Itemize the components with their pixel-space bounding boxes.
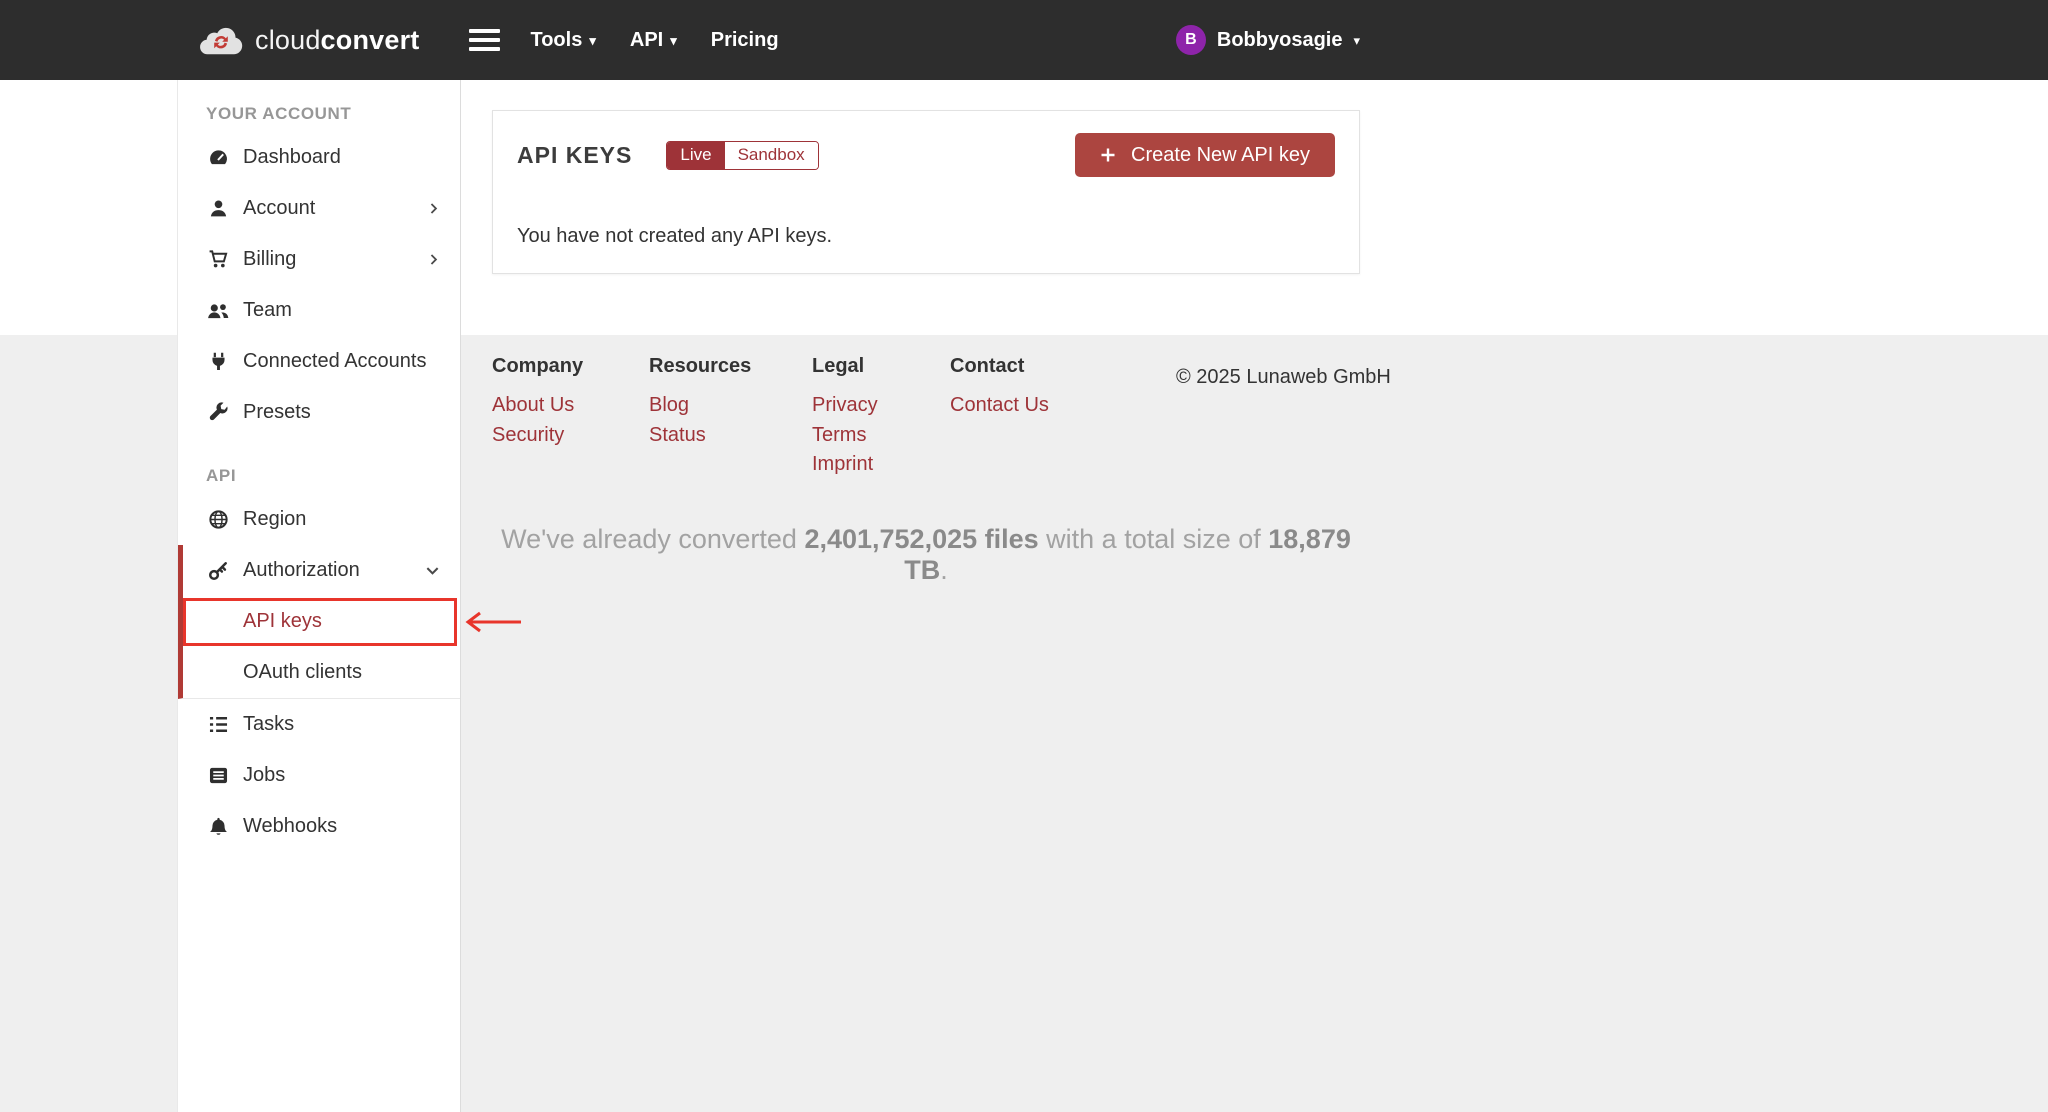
chevron-down-icon: ▾ bbox=[589, 34, 596, 47]
create-new-api-key-button[interactable]: Create New API key bbox=[1075, 133, 1335, 177]
sidebar: YOUR ACCOUNT Dashboard Account Billing T… bbox=[177, 80, 461, 1112]
create-button-label: Create New API key bbox=[1131, 144, 1310, 167]
sidebar-item-dashboard[interactable]: Dashboard bbox=[178, 132, 460, 183]
users-icon bbox=[206, 299, 230, 323]
sidebar-item-api-keys[interactable]: API keys bbox=[183, 596, 460, 647]
sidebar-item-label: Presets bbox=[243, 401, 311, 424]
sidebar-item-region[interactable]: Region bbox=[178, 494, 460, 545]
navbar-inner: cloudconvert Tools ▾ API ▾ Pricing bbox=[177, 0, 1360, 80]
nav-item-pricing-label: Pricing bbox=[711, 29, 779, 52]
footer-column-company: Company About Us Security bbox=[492, 355, 649, 480]
chevron-down-icon bbox=[425, 563, 440, 578]
footer-link-contact-us[interactable]: Contact Us bbox=[950, 391, 1049, 421]
conversion-stats-line: We've already converted 2,401,752,025 fi… bbox=[492, 524, 1360, 586]
plus-icon bbox=[1100, 147, 1116, 163]
main-nav: Tools ▾ API ▾ Pricing bbox=[530, 29, 778, 52]
footer-link-blog[interactable]: Blog bbox=[649, 391, 689, 421]
sidebar-item-account[interactable]: Account bbox=[178, 183, 460, 234]
sidebar-item-authorization[interactable]: Authorization bbox=[183, 545, 460, 596]
nav-item-tools[interactable]: Tools ▾ bbox=[530, 29, 595, 52]
stats-files-count: 2,401,752,025 files bbox=[804, 524, 1038, 554]
sidebar-item-label: Dashboard bbox=[243, 146, 341, 169]
sidebar-item-label: Authorization bbox=[243, 559, 360, 582]
sidebar-authorization-group: Authorization API keys OAuth clients bbox=[178, 545, 460, 699]
sidebar-item-oauth-clients[interactable]: OAuth clients bbox=[183, 647, 460, 698]
footer-link-terms[interactable]: Terms bbox=[812, 421, 866, 451]
bell-icon bbox=[206, 815, 230, 839]
copyright-notice: © 2025 Lunaweb GmbH bbox=[1176, 366, 1391, 389]
stats-prefix: We've already converted bbox=[501, 524, 804, 554]
footer-column-contact: Contact Contact Us bbox=[950, 355, 1130, 480]
chevron-right-icon bbox=[427, 253, 440, 266]
sidebar-item-team[interactable]: Team bbox=[178, 285, 460, 336]
toggle-live[interactable]: Live bbox=[667, 142, 724, 169]
sidebar-item-billing[interactable]: Billing bbox=[178, 234, 460, 285]
sidebar-item-label: Webhooks bbox=[243, 815, 337, 838]
footer-heading: Contact bbox=[950, 355, 1024, 378]
chevron-right-icon bbox=[427, 202, 440, 215]
user-menu[interactable]: B Bobbyosagie ▾ bbox=[1176, 25, 1360, 55]
sidebar-item-webhooks[interactable]: Webhooks bbox=[178, 801, 460, 852]
cloudconvert-app: cloudconvert Tools ▾ API ▾ Pricing bbox=[0, 0, 2048, 1112]
sidebar-item-tasks[interactable]: Tasks bbox=[178, 699, 460, 750]
nav-item-pricing[interactable]: Pricing bbox=[711, 29, 779, 52]
key-icon bbox=[206, 559, 230, 583]
footer-link-privacy[interactable]: Privacy bbox=[812, 391, 878, 421]
footer-column-legal: Legal Privacy Terms Imprint bbox=[812, 355, 950, 480]
sidebar-item-label: OAuth clients bbox=[243, 661, 362, 684]
table-icon bbox=[206, 764, 230, 788]
top-navbar: cloudconvert Tools ▾ API ▾ Pricing bbox=[0, 0, 2048, 80]
chevron-down-icon: ▾ bbox=[670, 34, 677, 47]
api-keys-card-header: API KEYS Live Sandbox Create New API key bbox=[517, 133, 1335, 177]
footer-heading: Company bbox=[492, 355, 583, 378]
user-icon bbox=[206, 197, 230, 221]
footer-heading: Resources bbox=[649, 355, 751, 378]
page-title: API KEYS bbox=[517, 142, 632, 169]
cloudconvert-logo-icon bbox=[198, 24, 244, 56]
sidebar-item-label: API keys bbox=[243, 610, 322, 633]
cart-icon bbox=[206, 248, 230, 272]
sidebar-item-label: Jobs bbox=[243, 764, 285, 787]
task-list-icon bbox=[206, 713, 230, 737]
sidebar-item-connected-accounts[interactable]: Connected Accounts bbox=[178, 336, 460, 387]
footer-heading: Legal bbox=[812, 355, 864, 378]
annotation-arrow-icon bbox=[461, 608, 523, 636]
footer-column-resources: Resources Blog Status bbox=[649, 355, 812, 480]
footer-link-security[interactable]: Security bbox=[492, 421, 564, 451]
sidebar-item-label: Tasks bbox=[243, 713, 294, 736]
sidebar-item-label: Account bbox=[243, 197, 315, 220]
sidebar-item-label: Billing bbox=[243, 248, 296, 271]
sidebar-section-api: API bbox=[178, 438, 460, 494]
stats-middle: with a total size of bbox=[1039, 524, 1269, 554]
sidebar-item-label: Connected Accounts bbox=[243, 350, 426, 373]
sidebar-item-label: Region bbox=[243, 508, 306, 531]
empty-state-message: You have not created any API keys. bbox=[517, 225, 1335, 248]
sidebar-item-label: Team bbox=[243, 299, 292, 322]
nav-item-tools-label: Tools bbox=[530, 29, 582, 52]
avatar: B bbox=[1176, 25, 1206, 55]
plug-icon bbox=[206, 350, 230, 374]
api-keys-card: API KEYS Live Sandbox Create New API key… bbox=[492, 110, 1360, 274]
brand-wordmark: cloudconvert bbox=[255, 25, 419, 56]
speedometer-icon bbox=[206, 146, 230, 170]
nav-item-api[interactable]: API ▾ bbox=[630, 29, 677, 52]
sidebar-item-presets[interactable]: Presets bbox=[178, 387, 460, 438]
globe-icon bbox=[206, 508, 230, 532]
footer-link-about-us[interactable]: About Us bbox=[492, 391, 574, 421]
hamburger-menu-button[interactable] bbox=[469, 29, 500, 51]
nav-item-api-label: API bbox=[630, 29, 663, 52]
user-name: Bobbyosagie bbox=[1217, 29, 1343, 52]
sidebar-item-jobs[interactable]: Jobs bbox=[178, 750, 460, 801]
sidebar-section-your-account: YOUR ACCOUNT bbox=[178, 80, 460, 132]
footer-link-imprint[interactable]: Imprint bbox=[812, 450, 873, 480]
brand-logo-link[interactable]: cloudconvert bbox=[198, 24, 419, 56]
footer-link-columns: Company About Us Security Resources Blog… bbox=[492, 355, 1130, 480]
footer-link-status[interactable]: Status bbox=[649, 421, 706, 451]
toggle-sandbox[interactable]: Sandbox bbox=[725, 142, 818, 169]
environment-toggle: Live Sandbox bbox=[666, 141, 818, 170]
stats-suffix: . bbox=[940, 555, 948, 585]
wrench-icon bbox=[206, 401, 230, 425]
chevron-down-icon: ▾ bbox=[1353, 34, 1360, 47]
